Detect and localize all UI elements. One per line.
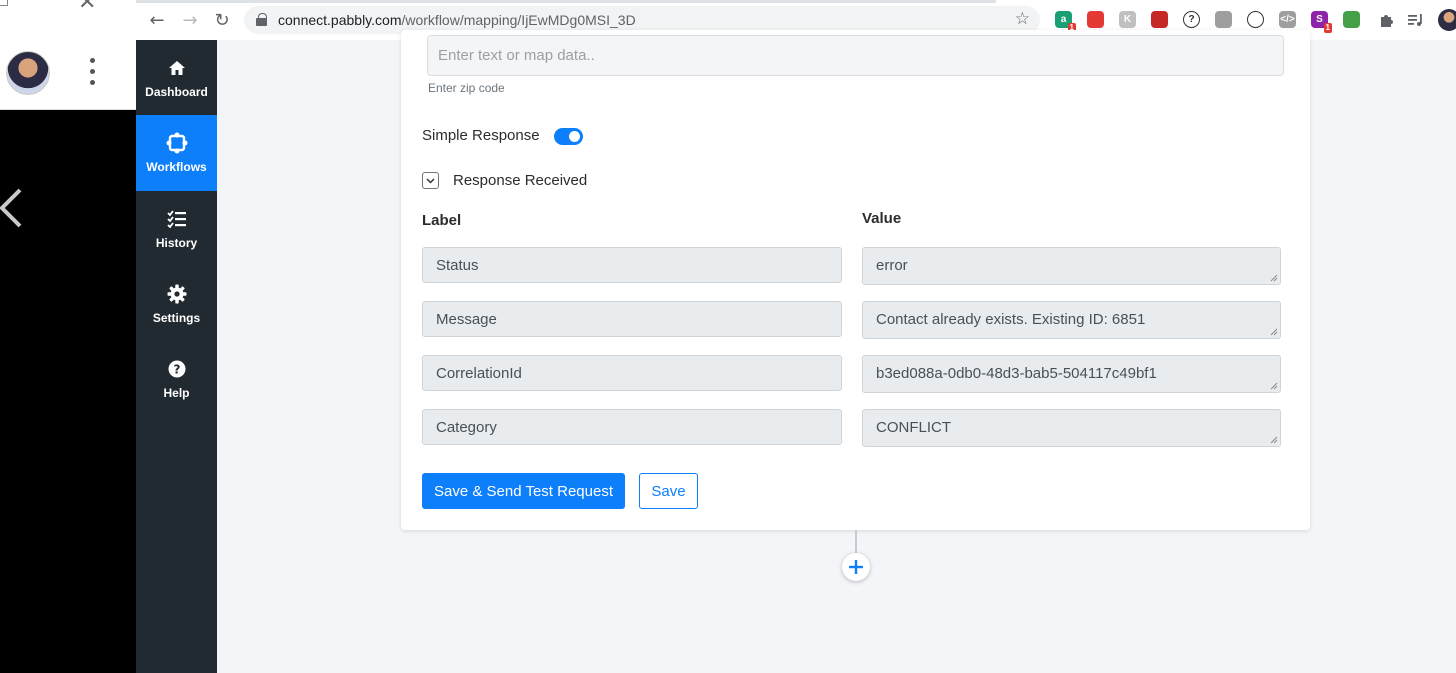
response-received-label: Response Received — [453, 172, 588, 189]
chevron-left-icon[interactable] — [0, 186, 34, 230]
profile-avatar[interactable] — [1438, 9, 1456, 31]
gear-icon — [166, 283, 188, 305]
extension-badge: 1 — [1323, 23, 1332, 33]
zip-code-input[interactable] — [427, 35, 1284, 76]
add-step-button[interactable] — [842, 553, 870, 581]
extension-glyph: </> — [1280, 14, 1295, 25]
simple-response-label: Simple Response — [422, 127, 540, 144]
response-label-category: Category — [422, 409, 842, 445]
sidebar-item-label: History — [155, 235, 198, 250]
back-arrow-icon[interactable]: ← — [146, 9, 168, 31]
sidebar-item-help[interactable]: ? Help — [136, 341, 217, 416]
media-queue-icon[interactable] — [1405, 9, 1427, 31]
sidebar-item-label: Help — [163, 385, 190, 400]
s-ext-icon[interactable]: S1 — [1311, 11, 1332, 33]
resize-grip-icon[interactable] — [1270, 436, 1278, 444]
save-button[interactable]: Save — [639, 473, 698, 509]
k-ext-icon[interactable]: K — [1119, 11, 1136, 28]
value-column-header: Value — [862, 210, 902, 227]
plus-icon — [849, 560, 863, 574]
response-label-message: Message — [422, 301, 842, 337]
response-value-message[interactable]: Contact already exists. Existing ID: 685… — [862, 301, 1281, 339]
close-tab-icon[interactable]: ✕ — [78, 0, 96, 15]
response-collapse-toggle[interactable] — [422, 172, 439, 189]
response-value-text: CONFLICT — [876, 419, 951, 436]
bookmark-ext-icon[interactable] — [1151, 11, 1168, 28]
checklist-icon — [166, 208, 188, 230]
resize-grip-icon[interactable] — [1270, 274, 1278, 282]
save-and-send-test-button[interactable]: Save & Send Test Request — [422, 473, 625, 509]
response-value-category[interactable]: CONFLICT — [862, 409, 1281, 447]
extension-glyph: a — [1060, 14, 1067, 25]
zip-code-help: Enter zip code — [428, 81, 505, 95]
url-text: connect.pabbly.com/workflow/mapping/IjEw… — [278, 12, 636, 28]
simple-response-toggle[interactable] — [554, 128, 583, 145]
response-value-text: Contact already exists. Existing ID: 685… — [876, 311, 1146, 328]
resize-grip-icon[interactable] — [1270, 328, 1278, 336]
star-icon[interactable]: ☆ — [1015, 9, 1030, 29]
sidebar: Dashboard Workflows History Settings ? H… — [136, 40, 217, 673]
compass-ext-icon[interactable] — [1215, 11, 1232, 28]
response-value-text: error — [876, 257, 908, 274]
response-value-correlationid[interactable]: b3ed088a-0db0-48d3-bab5-504117c49bf1 — [862, 355, 1281, 393]
action-config-card: Enter zip code Simple Response Response … — [401, 30, 1310, 530]
sidebar-item-label: Workflows — [146, 160, 207, 174]
help-ext-icon[interactable]: ? — [1183, 11, 1200, 28]
sidebar-item-dashboard[interactable]: Dashboard — [136, 40, 217, 115]
avatar[interactable] — [6, 51, 50, 95]
home-icon — [166, 57, 188, 79]
lock-icon — [256, 13, 267, 26]
check-ext-icon[interactable] — [1247, 11, 1264, 28]
reload-icon[interactable]: ↻ — [211, 9, 233, 31]
response-value-status[interactable]: error — [862, 247, 1281, 285]
chevron-down-icon — [426, 177, 435, 184]
tab-strip — [136, 0, 996, 3]
sidebar-item-workflows[interactable]: Workflows — [136, 115, 217, 191]
sidebar-item-label: Settings — [152, 310, 201, 325]
kebab-menu-icon[interactable] — [86, 58, 98, 90]
puzzle-icon[interactable] — [1375, 9, 1397, 31]
sidebar-item-history[interactable]: History — [136, 191, 217, 266]
label-column-header: Label — [422, 212, 462, 229]
resize-grip-icon[interactable] — [1270, 382, 1278, 390]
shop-ext-icon[interactable] — [1087, 11, 1104, 28]
extension-glyph: K — [1123, 14, 1132, 25]
step-connector — [855, 530, 857, 554]
sidebar-item-label: Dashboard — [145, 84, 208, 99]
code-ext-icon[interactable]: </> — [1279, 11, 1296, 28]
extension-glyph: S — [1316, 14, 1323, 25]
forward-arrow-icon[interactable]: → — [179, 9, 201, 31]
response-value-text: b3ed088a-0db0-48d3-bab5-504117c49bf1 — [876, 365, 1157, 382]
svg-text:?: ? — [173, 362, 180, 376]
color-ext-icon[interactable] — [1343, 11, 1360, 28]
left-panel-header: ✕ — [0, 0, 136, 110]
response-label-correlationid: CorrelationId — [422, 355, 842, 391]
tab-fragment — [0, 0, 8, 6]
grammar-ext-icon[interactable]: a1 — [1055, 11, 1076, 33]
sidebar-item-settings[interactable]: Settings — [136, 266, 217, 341]
workflow-icon — [166, 132, 188, 154]
extension-glyph: ? — [1188, 14, 1195, 25]
response-label-status: Status — [422, 247, 842, 283]
question-icon: ? — [166, 358, 188, 380]
